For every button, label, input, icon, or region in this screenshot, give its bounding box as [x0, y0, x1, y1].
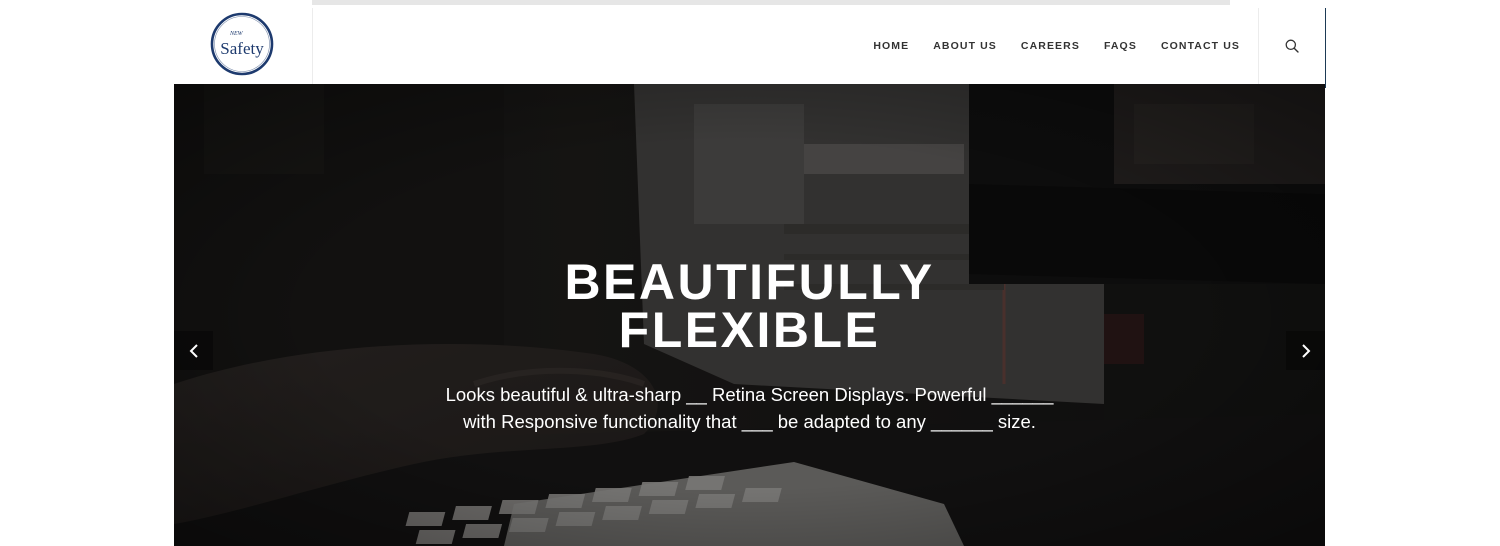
logo-container: NEW Safety — [174, 8, 313, 84]
hero-title-line-1: BEAUTIFULLY — [564, 254, 935, 310]
svg-text:NEW: NEW — [229, 31, 244, 37]
hero-description-line-2: with Responsive functionality that ___ b… — [463, 411, 1036, 432]
site-logo[interactable]: NEW Safety — [210, 12, 274, 76]
chevron-right-icon — [1301, 343, 1310, 358]
top-divider — [312, 0, 1230, 5]
search-icon — [1285, 39, 1299, 53]
search-button[interactable] — [1258, 8, 1326, 88]
nav-item-careers[interactable]: CAREERS — [1021, 40, 1080, 52]
hero-title: BEAUTIFULLY FLEXIBLE — [174, 254, 1325, 358]
hero-title-line-2: FLEXIBLE — [618, 302, 881, 358]
hero-caption: BEAUTIFULLY FLEXIBLE Looks beautiful & u… — [174, 84, 1325, 546]
nav-item-about-us[interactable]: ABOUT US — [933, 40, 997, 52]
site-header: NEW Safety HOME ABOUT US CAREERS FAQS CO… — [174, 8, 1326, 88]
slider-prev-button[interactable] — [174, 331, 213, 370]
nav-item-contact-us[interactable]: CONTACT US — [1161, 40, 1240, 52]
hero-slider: BEAUTIFULLY FLEXIBLE Looks beautiful & u… — [174, 84, 1325, 546]
nav-item-home[interactable]: HOME — [873, 40, 909, 52]
slider-next-button[interactable] — [1286, 331, 1325, 370]
hero-description: Looks beautiful & ultra-sharp __ Retina … — [174, 381, 1325, 435]
hero-description-line-1: Looks beautiful & ultra-sharp __ Retina … — [445, 384, 1054, 405]
page: NEW Safety HOME ABOUT US CAREERS FAQS CO… — [0, 0, 1500, 546]
chevron-left-icon — [189, 343, 198, 358]
main-nav: HOME ABOUT US CAREERS FAQS CONTACT US — [849, 8, 1240, 84]
svg-text:Safety: Safety — [220, 39, 264, 58]
nav-item-faqs[interactable]: FAQS — [1104, 40, 1137, 52]
